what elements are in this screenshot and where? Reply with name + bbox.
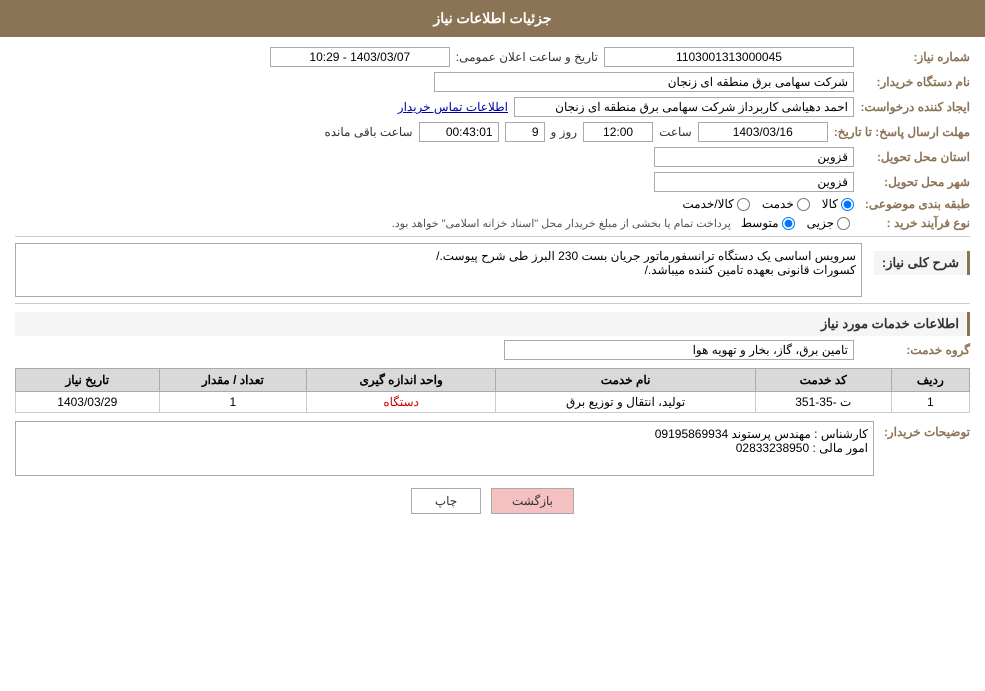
need-description-row: شرح کلی نیاز: xyxy=(15,243,970,297)
need-description-text[interactable] xyxy=(15,243,862,297)
category-kala-khedmat-label: کالا/خدمت xyxy=(682,197,733,211)
buyer-desc-line1: کارشناس : مهندس پرستوند 09195869934 xyxy=(21,427,868,441)
service-group-row: گروه خدمت: تامین برق، گاز، بخار و تهویه … xyxy=(15,340,970,360)
col-service-code: کد خدمت xyxy=(755,369,891,392)
category-khedmat-radio[interactable] xyxy=(797,198,810,211)
cell-unit: دستگاه xyxy=(307,392,496,413)
services-section-title: اطلاعات خدمات مورد نیاز xyxy=(15,312,970,336)
buyer-name-value: شرکت سهامی برق منطقه ای زنجان xyxy=(434,72,854,92)
need-number-value: 1103001313000045 xyxy=(604,47,854,67)
col-quantity: تعداد / مقدار xyxy=(159,369,306,392)
col-service-name: نام خدمت xyxy=(496,369,756,392)
province-row: استان محل تحویل: قزوین xyxy=(15,147,970,167)
col-row-num: ردیف xyxy=(891,369,969,392)
service-group-value: تامین برق، گاز، بخار و تهویه هوا xyxy=(504,340,854,360)
need-number-row: شماره نیاز: 1103001313000045 تاریخ و ساع… xyxy=(15,47,970,67)
category-kala-khedmat-radio[interactable] xyxy=(737,198,750,211)
service-group-label: گروه خدمت: xyxy=(860,343,970,357)
reply-deadline-row: مهلت ارسال پاسخ: تا تاریخ: 1403/03/16 سا… xyxy=(15,122,970,142)
category-kala-radio[interactable] xyxy=(841,198,854,211)
buyer-name-label: نام دستگاه خریدار: xyxy=(860,75,970,89)
creator-value: احمد دهیاشی کاربرداز شرکت سهامی برق منطق… xyxy=(514,97,854,117)
category-kala: کالا xyxy=(822,197,854,211)
need-description-label: شرح کلی نیاز: xyxy=(874,251,970,275)
city-row: شهر محل تحویل: قزوین xyxy=(15,172,970,192)
province-value: قزوین xyxy=(654,147,854,167)
page-title: جزئیات اطلاعات نیاز xyxy=(433,10,551,26)
purchase-jozi-label: جزیی xyxy=(807,216,834,230)
page-container: جزئیات اطلاعات نیاز شماره نیاز: 11030013… xyxy=(0,0,985,691)
purchase-type-label: نوع فرآیند خرید : xyxy=(860,216,970,230)
purchase-motawaset: متوسط xyxy=(741,216,795,230)
contact-link[interactable]: اطلاعات تماس خریدار xyxy=(398,100,508,114)
back-button[interactable]: بازگشت xyxy=(491,488,574,514)
reply-days-value: 9 xyxy=(505,122,545,142)
creator-row: ایجاد کننده درخواست: احمد دهیاشی کاربردا… xyxy=(15,97,970,117)
category-row: طبقه بندی موضوعی: کالا خدمت کالا/خدمت xyxy=(15,197,970,211)
table-header-row: ردیف کد خدمت نام خدمت واحد اندازه گیری ت… xyxy=(16,369,970,392)
purchase-type-row: نوع فرآیند خرید : جزیی متوسط پرداخت تمام… xyxy=(15,216,970,230)
cell-date: 1403/03/29 xyxy=(16,392,160,413)
buyer-notes-row: توضیحات خریدار: کارشناس : مهندس پرستوند … xyxy=(15,421,970,476)
buyer-desc-label: توضیحات خریدار: xyxy=(880,425,970,439)
cell-service-name: تولید، انتقال و توزیع برق xyxy=(496,392,756,413)
buyer-name-row: نام دستگاه خریدار: شرکت سهامی برق منطقه … xyxy=(15,72,970,92)
services-table-section: ردیف کد خدمت نام خدمت واحد اندازه گیری ت… xyxy=(15,368,970,413)
creator-label: ایجاد کننده درخواست: xyxy=(860,100,970,114)
city-value: قزوین xyxy=(654,172,854,192)
need-number-label: شماره نیاز: xyxy=(860,50,970,64)
reply-days-label: روز و xyxy=(551,125,578,139)
remaining-label: ساعت باقی مانده xyxy=(324,125,412,139)
reply-deadline-label: مهلت ارسال پاسخ: تا تاریخ: xyxy=(834,125,970,139)
purchase-motawaset-label: متوسط xyxy=(741,216,779,230)
print-button[interactable]: چاپ xyxy=(411,488,481,514)
purchase-note: پرداخت تمام یا بخشی از مبلغ خریدار محل "… xyxy=(15,217,731,230)
divider-1 xyxy=(15,236,970,237)
table-row: 1ت -35-351تولید، انتقال و توزیع برقدستگا… xyxy=(16,392,970,413)
announce-date-label: تاریخ و ساعت اعلان عمومی: xyxy=(456,50,598,64)
cell-row-num: 1 xyxy=(891,392,969,413)
main-content: شماره نیاز: 1103001313000045 تاریخ و ساع… xyxy=(0,37,985,536)
city-label: شهر محل تحویل: xyxy=(860,175,970,189)
category-label: طبقه بندی موضوعی: xyxy=(860,197,970,211)
page-header: جزئیات اطلاعات نیاز xyxy=(0,0,985,37)
category-khedmat: خدمت xyxy=(762,197,810,211)
buyer-desc-line2: امور مالی : 02833238950 xyxy=(21,441,868,455)
buyer-notes-content: کارشناس : مهندس پرستوند 09195869934 امور… xyxy=(15,421,874,476)
button-row: بازگشت چاپ xyxy=(15,488,970,514)
province-label: استان محل تحویل: xyxy=(860,150,970,164)
category-radio-group: کالا خدمت کالا/خدمت xyxy=(682,197,854,211)
divider-2 xyxy=(15,303,970,304)
cell-quantity: 1 xyxy=(159,392,306,413)
category-khedmat-label: خدمت xyxy=(762,197,794,211)
announce-date-value: 1403/03/07 - 10:29 xyxy=(270,47,450,67)
category-kala-label: کالا xyxy=(822,197,838,211)
remaining-value: 00:43:01 xyxy=(419,122,499,142)
reply-time-value: 12:00 xyxy=(583,122,653,142)
services-table: ردیف کد خدمت نام خدمت واحد اندازه گیری ت… xyxy=(15,368,970,413)
cell-service-code: ت -35-351 xyxy=(755,392,891,413)
reply-date-value: 1403/03/16 xyxy=(698,122,828,142)
purchase-jozi-radio[interactable] xyxy=(837,217,850,230)
category-kala-khedmat: کالا/خدمت xyxy=(682,197,749,211)
col-date: تاریخ نیاز xyxy=(16,369,160,392)
purchase-type-radio-group: جزیی متوسط xyxy=(741,216,850,230)
reply-time-label: ساعت xyxy=(659,125,692,139)
col-unit: واحد اندازه گیری xyxy=(307,369,496,392)
purchase-motawaset-radio[interactable] xyxy=(782,217,795,230)
purchase-jozi: جزیی xyxy=(807,216,850,230)
